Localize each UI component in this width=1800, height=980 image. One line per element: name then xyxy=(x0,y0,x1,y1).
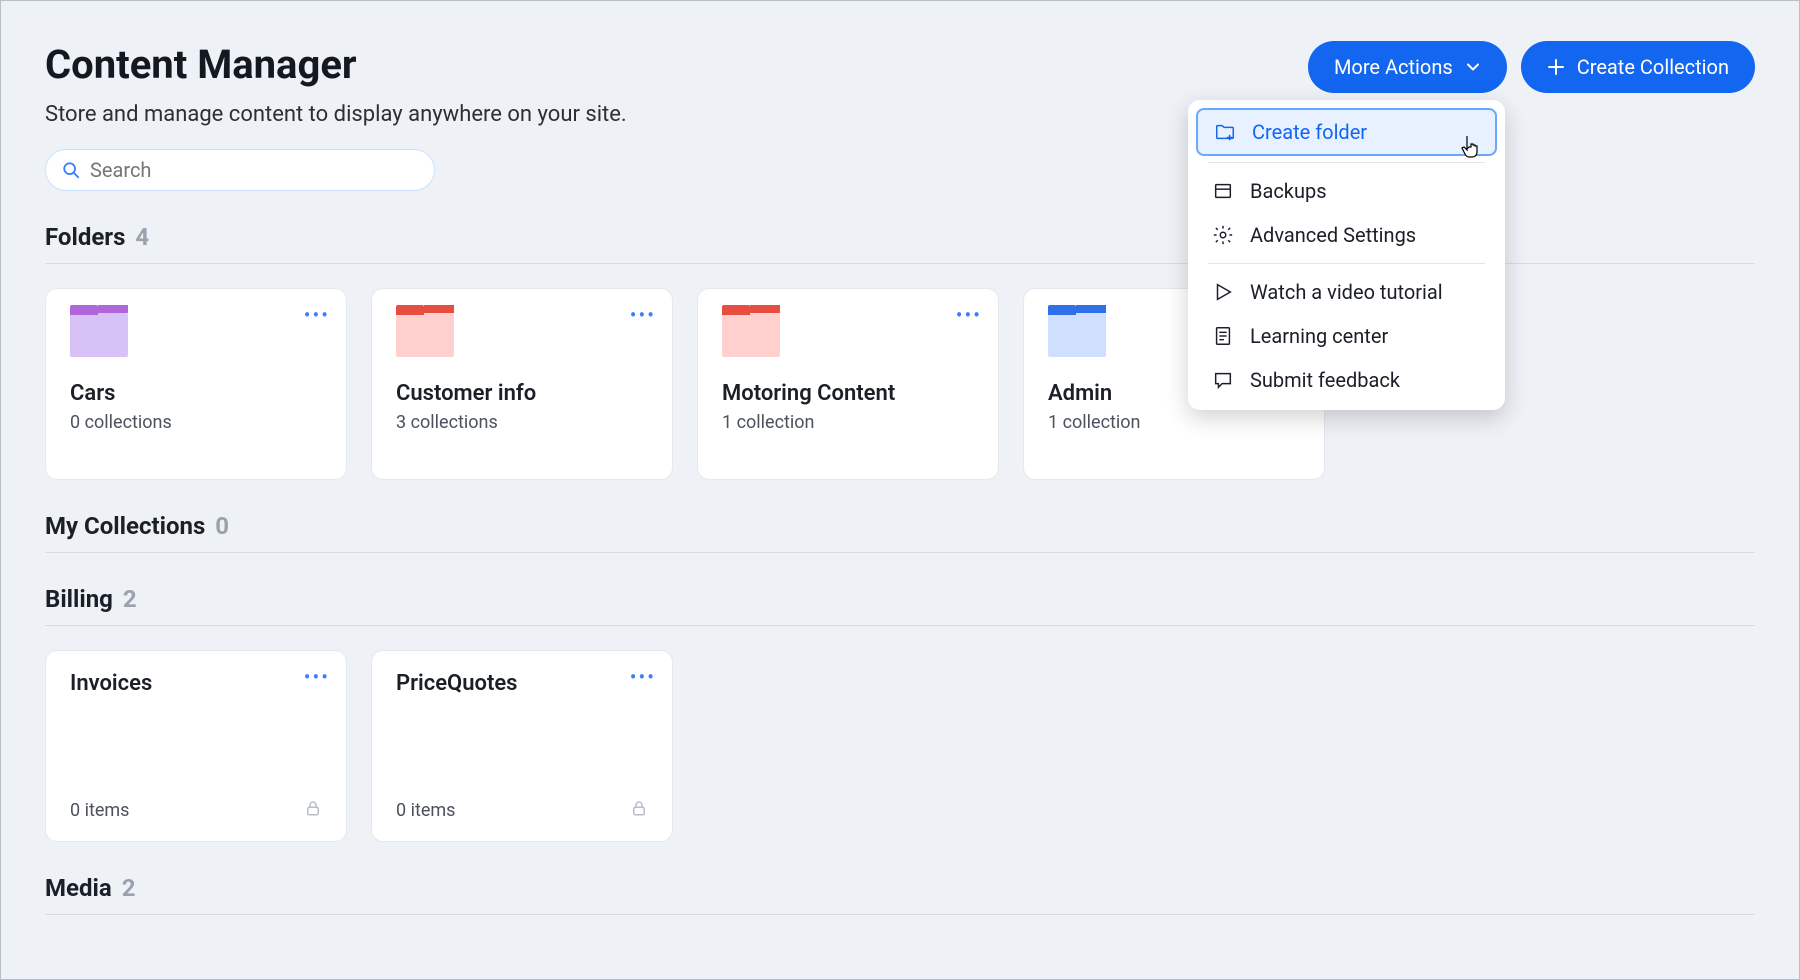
folder-card[interactable]: ••• Motoring Content 1 collection xyxy=(697,288,999,480)
section-title-billing: Billing xyxy=(45,585,113,613)
card-more-icon[interactable]: ••• xyxy=(956,303,982,327)
dropdown-item-create-folder[interactable]: Create folder xyxy=(1196,108,1497,156)
dropdown-item-advanced-settings[interactable]: Advanced Settings xyxy=(1196,213,1497,257)
dropdown-item-submit-feedback[interactable]: Submit feedback xyxy=(1196,358,1497,402)
document-icon xyxy=(1212,325,1234,347)
section-title-folders: Folders xyxy=(45,223,125,251)
section-header-media: Media 2 xyxy=(45,874,1755,915)
search-icon xyxy=(62,161,80,179)
search-input[interactable] xyxy=(90,158,418,182)
folder-plus-icon xyxy=(1214,121,1236,143)
folder-sub: 3 collections xyxy=(396,412,648,433)
dropdown-label: Backups xyxy=(1250,179,1327,203)
section-count-media: 2 xyxy=(122,874,136,902)
collection-name: PriceQuotes xyxy=(396,671,648,696)
chevron-down-icon xyxy=(1465,59,1481,75)
billing-grid: ••• Invoices 0 items ••• PriceQuotes 0 i… xyxy=(45,650,1755,842)
folder-card[interactable]: ••• Cars 0 collections xyxy=(45,288,347,480)
collection-items: 0 items xyxy=(70,800,129,821)
collection-name: Invoices xyxy=(70,671,322,696)
lock-icon xyxy=(304,799,322,821)
dropdown-separator xyxy=(1208,263,1485,264)
section-title-media: Media xyxy=(45,874,112,902)
folder-name: Customer info xyxy=(396,381,648,406)
section-header-my-collections: My Collections 0 xyxy=(45,512,1755,553)
page-subtitle: Store and manage content to display anyw… xyxy=(45,102,1308,127)
search-box[interactable] xyxy=(45,149,435,191)
dropdown-item-learning-center[interactable]: Learning center xyxy=(1196,314,1497,358)
card-more-icon[interactable]: ••• xyxy=(630,665,656,689)
chat-icon xyxy=(1212,369,1234,391)
more-actions-button[interactable]: More Actions xyxy=(1308,41,1507,93)
section-header-billing: Billing 2 xyxy=(45,585,1755,626)
dropdown-label: Watch a video tutorial xyxy=(1250,280,1443,304)
dropdown-separator xyxy=(1208,162,1485,163)
folder-card[interactable]: ••• Customer info 3 collections xyxy=(371,288,673,480)
collection-card[interactable]: ••• Invoices 0 items xyxy=(45,650,347,842)
folder-sub: 0 collections xyxy=(70,412,322,433)
dropdown-item-backups[interactable]: Backups xyxy=(1196,169,1497,213)
backups-icon xyxy=(1212,180,1234,202)
card-more-icon[interactable]: ••• xyxy=(630,303,656,327)
section-title-my-collections: My Collections xyxy=(45,512,205,540)
create-collection-button[interactable]: Create Collection xyxy=(1521,41,1755,93)
lock-icon xyxy=(630,799,648,821)
plus-icon xyxy=(1547,58,1565,76)
page-title: Content Manager xyxy=(45,41,1308,88)
dropdown-label: Submit feedback xyxy=(1250,368,1400,392)
gear-icon xyxy=(1212,224,1234,246)
create-collection-label: Create Collection xyxy=(1577,55,1729,79)
dropdown-label: Learning center xyxy=(1250,324,1388,348)
folder-name: Cars xyxy=(70,381,322,406)
more-actions-label: More Actions xyxy=(1334,55,1453,79)
section-count-my-collections: 0 xyxy=(215,512,229,540)
dropdown-label: Advanced Settings xyxy=(1250,223,1416,247)
collection-items: 0 items xyxy=(396,800,455,821)
card-more-icon[interactable]: ••• xyxy=(304,665,330,689)
folder-name: Motoring Content xyxy=(722,381,974,406)
section-count-folders: 4 xyxy=(135,223,149,251)
folder-sub: 1 collection xyxy=(722,412,974,433)
dropdown-label: Create folder xyxy=(1252,120,1367,144)
collection-card[interactable]: ••• PriceQuotes 0 items xyxy=(371,650,673,842)
card-more-icon[interactable]: ••• xyxy=(304,303,330,327)
play-icon xyxy=(1212,281,1234,303)
more-actions-dropdown: Create folder Backups Advanced Settings … xyxy=(1188,100,1505,410)
section-count-billing: 2 xyxy=(123,585,137,613)
dropdown-item-watch-video[interactable]: Watch a video tutorial xyxy=(1196,270,1497,314)
folder-sub: 1 collection xyxy=(1048,412,1300,433)
